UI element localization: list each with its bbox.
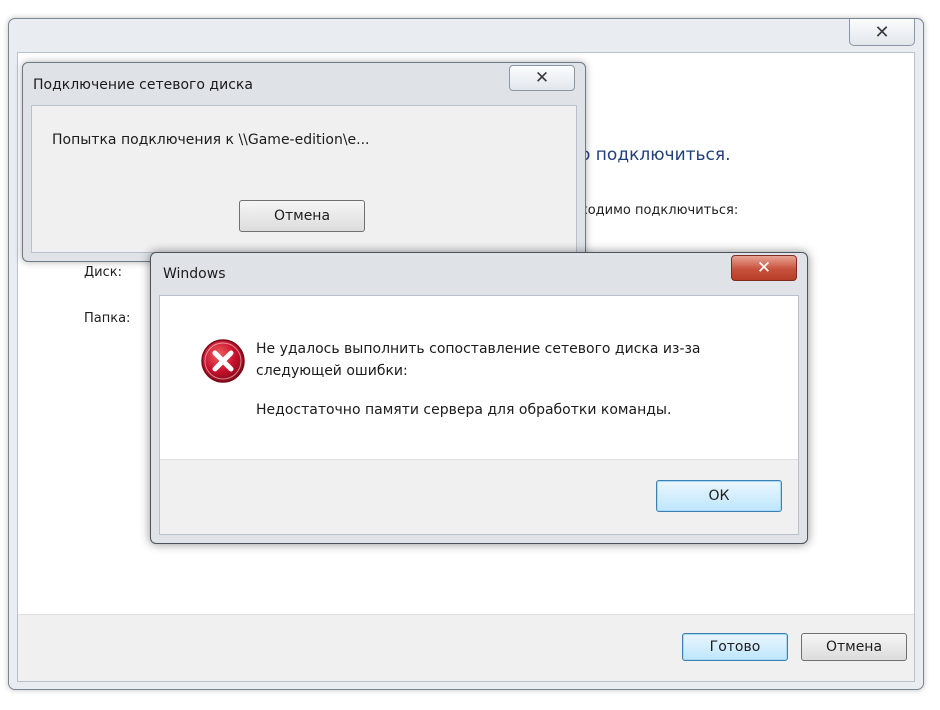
ok-button[interactable]: ОК — [656, 480, 782, 512]
close-icon: ✕ — [756, 258, 772, 278]
wizard-close-button[interactable]: ✕ — [849, 19, 915, 46]
connecting-dialog-close-button[interactable]: ✕ — [509, 65, 575, 91]
done-button[interactable]: Готово — [682, 633, 788, 661]
folder-label: Папка: — [84, 311, 131, 326]
error-message: Не удалось выполнить сопоставление сетев… — [256, 341, 701, 379]
wizard-heading: о подключиться. — [580, 145, 731, 165]
connecting-dialog-title: Подключение сетевого диска — [33, 77, 253, 93]
error-dialog-client: Не удалось выполнить сопоставление сетев… — [159, 295, 799, 535]
close-icon: ✕ — [534, 68, 550, 88]
connecting-cancel-button[interactable]: Отмена — [239, 200, 365, 232]
wizard-cancel-button[interactable]: Отмена — [801, 633, 907, 661]
error-detail: Недостаточно памяти сервера для обработк… — [256, 402, 672, 418]
error-dialog-footer: ОК — [160, 459, 798, 534]
connecting-message: Попытка подключения к \\Game-edition\e..… — [52, 132, 370, 148]
error-dialog-title: Windows — [163, 266, 226, 282]
connecting-dialog: Подключение сетевого диска ✕ Попытка под… — [22, 62, 586, 262]
error-icon — [201, 339, 245, 383]
connecting-dialog-client: Попытка подключения к \\Game-edition\e..… — [31, 105, 577, 253]
error-dialog-close-button[interactable]: ✕ — [731, 255, 797, 281]
error-dialog: Windows ✕ Не удалось выполнить сопоставл… — [150, 252, 808, 544]
wizard-instruction: ходимо подключиться: — [580, 203, 739, 218]
desktop: ✕ о подключиться. ходимо подключиться: Д… — [0, 0, 940, 710]
wizard-footer: Готово Отмена — [18, 614, 914, 681]
close-icon: ✕ — [874, 21, 890, 43]
drive-label: Диск: — [84, 265, 122, 280]
